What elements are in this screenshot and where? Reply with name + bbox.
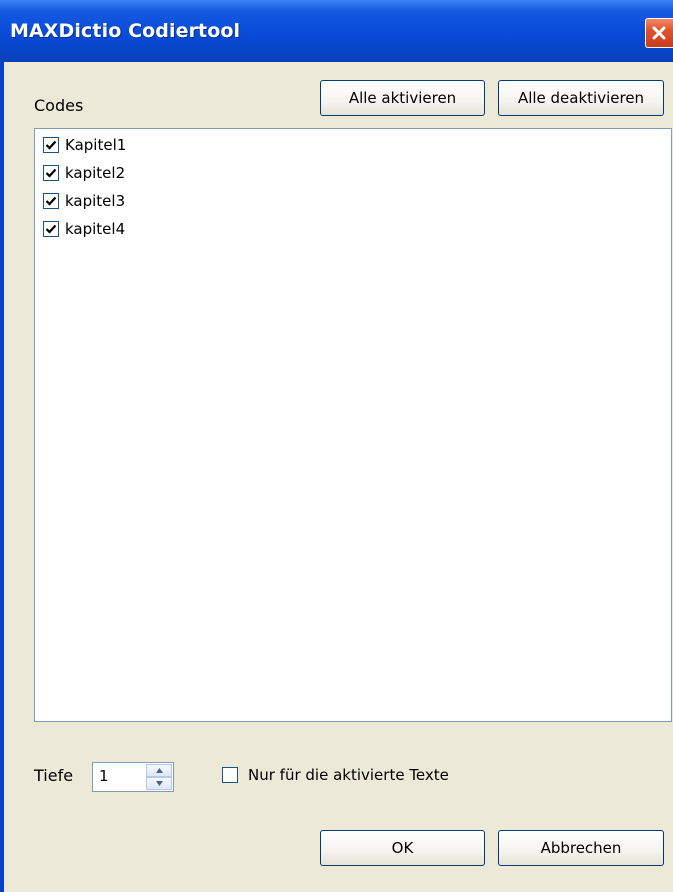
close-icon: [652, 26, 666, 40]
codes-list[interactable]: Kapitel1 kapitel2 kapitel3 kapitel4: [34, 128, 672, 722]
list-item[interactable]: Kapitel1: [43, 133, 126, 157]
list-item-label: kapitel2: [65, 164, 126, 182]
depth-stepper[interactable]: 1: [92, 762, 174, 792]
only-active-checkbox[interactable]: [222, 767, 238, 783]
title-bar[interactable]: MAXDictio Codiertool: [0, 0, 673, 62]
spin-down-button[interactable]: [146, 777, 172, 790]
codes-label: Codes: [34, 96, 84, 115]
list-item-label: kapitel3: [65, 192, 126, 210]
checkmark-icon: [45, 196, 57, 206]
spin-buttons: [146, 764, 172, 790]
spin-up-button[interactable]: [146, 764, 172, 777]
dialog-window: MAXDictio Codiertool Codes Alle aktivier…: [0, 0, 673, 892]
ok-button[interactable]: OK: [320, 830, 485, 866]
depth-value[interactable]: 1: [99, 767, 109, 785]
only-active-option[interactable]: Nur für die aktivierte Texte: [222, 766, 449, 784]
checkmark-icon: [45, 140, 57, 150]
close-button[interactable]: [645, 18, 673, 48]
checkbox[interactable]: [43, 221, 59, 237]
list-item-label: Kapitel1: [65, 136, 127, 154]
dialog-body: Codes Alle aktivieren Alle deaktivieren …: [4, 62, 673, 892]
only-active-label: Nur für die aktivierte Texte: [248, 766, 449, 784]
list-item-label: kapitel4: [65, 220, 126, 238]
list-item[interactable]: kapitel2: [43, 161, 125, 185]
checkbox[interactable]: [43, 165, 59, 181]
checkmark-icon: [45, 224, 57, 234]
cancel-button[interactable]: Abbrechen: [498, 830, 664, 866]
checkbox[interactable]: [43, 193, 59, 209]
activate-all-button[interactable]: Alle aktivieren: [320, 80, 485, 116]
deactivate-all-button[interactable]: Alle deaktivieren: [498, 80, 664, 116]
arrow-up-icon: [156, 768, 163, 773]
list-item[interactable]: kapitel3: [43, 189, 125, 213]
checkbox[interactable]: [43, 137, 59, 153]
list-item[interactable]: kapitel4: [43, 217, 125, 241]
arrow-down-icon: [156, 781, 163, 786]
window-title: MAXDictio Codiertool: [10, 20, 241, 42]
depth-label: Tiefe: [34, 766, 74, 785]
checkmark-icon: [45, 168, 57, 178]
